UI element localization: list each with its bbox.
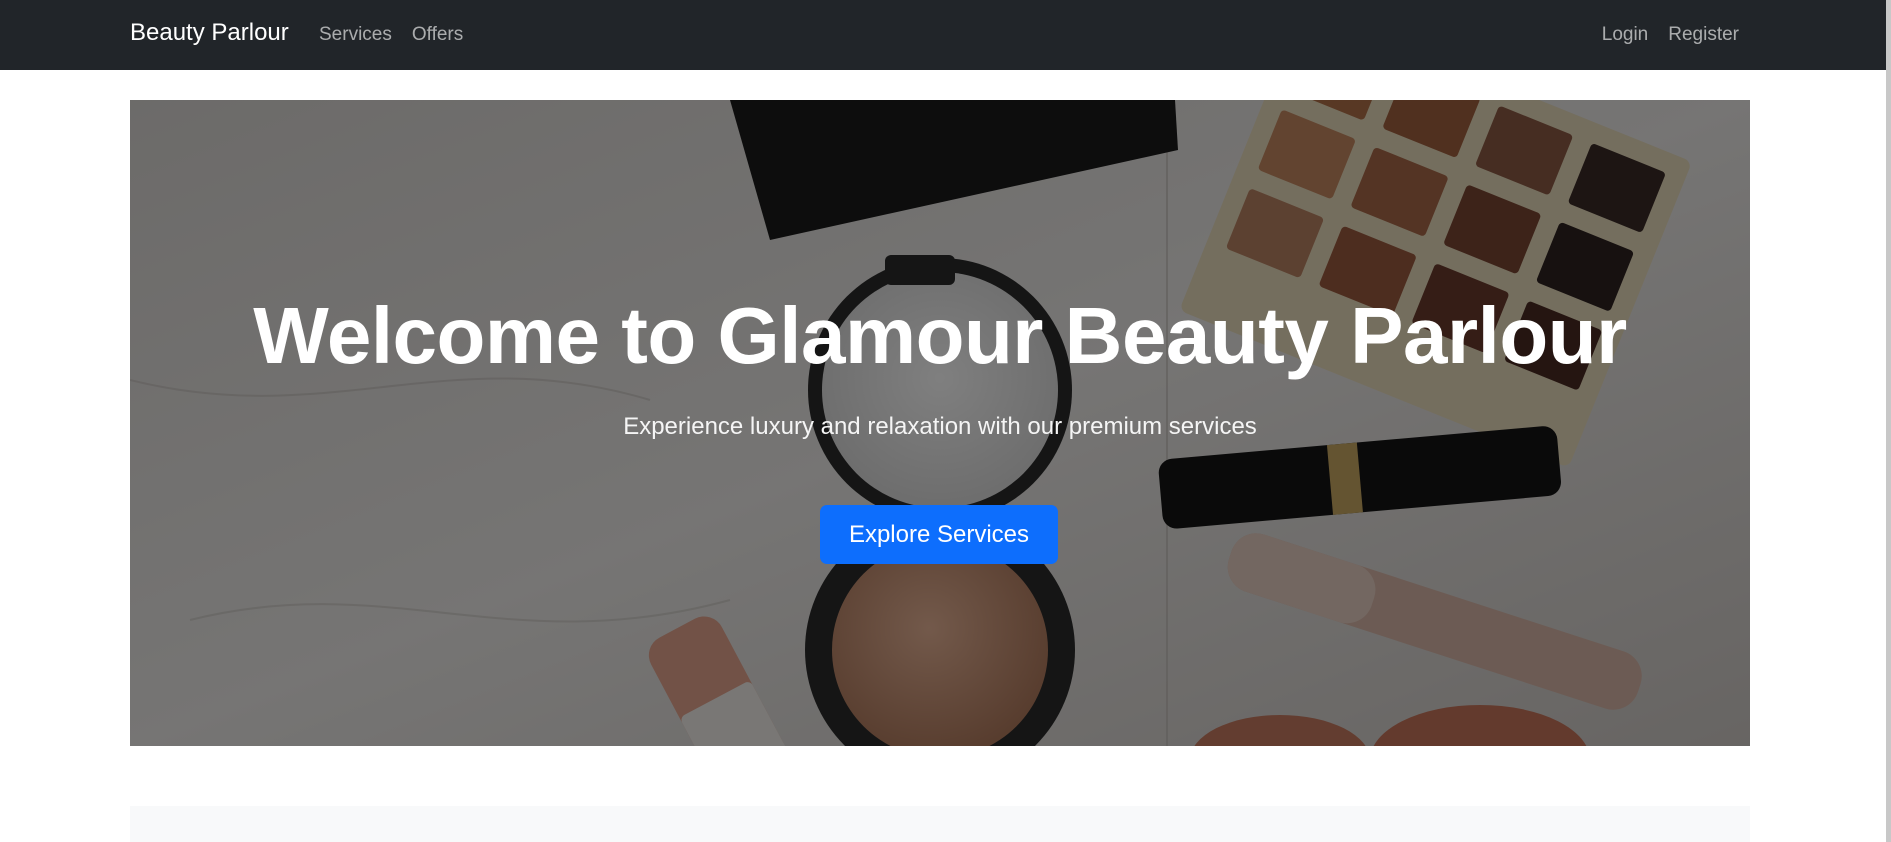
hero-subtitle: Experience luxury and relaxation with ou… [623,413,1257,440]
nav-link-login[interactable]: Login [1602,24,1649,46]
nav-link-register[interactable]: Register [1668,24,1739,46]
hero-title: Welcome to Glamour Beauty Parlour [253,291,1627,380]
nav-link-offers[interactable]: Offers [412,24,463,46]
nav-left-links: Services Offers [319,24,463,46]
nav-right-links: Login Register [1602,24,1739,46]
scrollbar-thumb[interactable] [1886,0,1891,842]
explore-services-button[interactable]: Explore Services [820,505,1058,564]
nav-link-services[interactable]: Services [319,24,392,46]
brand-link[interactable]: Beauty Parlour [130,19,289,47]
top-navbar: Beauty Parlour Services Offers Login Reg… [0,0,1891,70]
page-scrollbar[interactable] [1886,0,1891,842]
hero-banner: Welcome to Glamour Beauty Parlour Experi… [130,100,1750,746]
next-section-preview [130,806,1750,842]
hero-content: Welcome to Glamour Beauty Parlour Experi… [130,100,1750,746]
